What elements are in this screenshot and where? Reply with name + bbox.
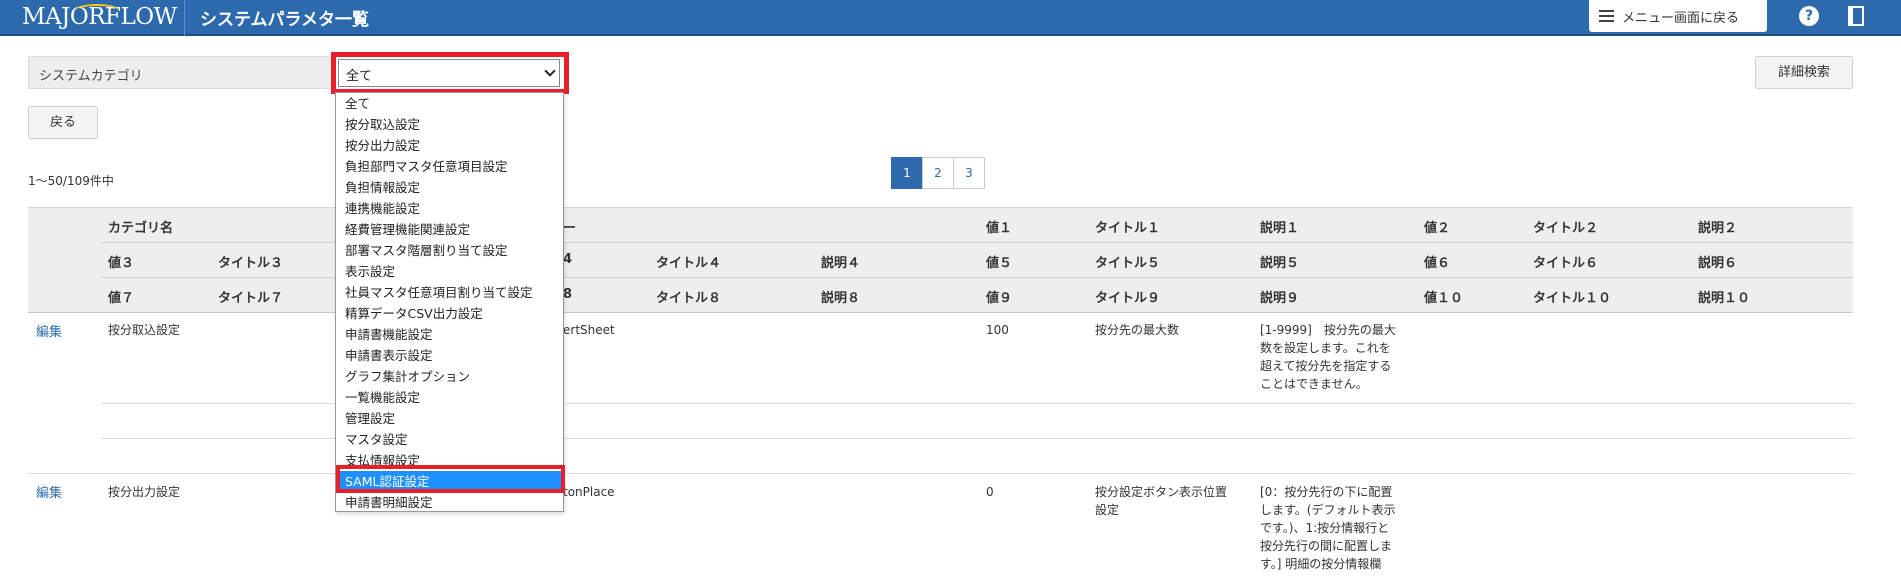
- th-desc10: 説明１０: [1698, 291, 1751, 306]
- row-2-desc1-line: です。)、1:按分情報行と: [1260, 521, 1390, 535]
- back-to-menu-label: メニュー画面に戻る: [1622, 10, 1740, 26]
- row-2-title1: 按分設定ボタン表示位置 設定: [1095, 483, 1245, 519]
- dropdown-option[interactable]: 申請書表示設定: [336, 345, 563, 366]
- category-select-value: 全て: [346, 69, 373, 84]
- saml-option-highlight-box: [336, 465, 565, 493]
- dropdown-option[interactable]: 経費管理機能関連設定: [336, 219, 563, 240]
- th-title9: タイトル９: [1095, 291, 1161, 306]
- th-desc5: 説明５: [1260, 256, 1300, 271]
- dropdown-option[interactable]: 按分出力設定: [336, 135, 563, 156]
- result-count: 1〜50/109件中: [28, 174, 114, 188]
- page-2-button[interactable]: 2: [922, 157, 954, 189]
- th-title8: タイトル８: [656, 291, 722, 306]
- row-1-value1: 100: [986, 323, 1009, 337]
- th-desc4: 説明４: [821, 256, 861, 271]
- th-title3: タイトル３: [218, 256, 284, 271]
- row-1-desc1-line: ことはできません。: [1260, 377, 1368, 391]
- th-value7: 値７: [108, 291, 135, 306]
- detail-search-button[interactable]: 詳細検索: [1755, 56, 1853, 89]
- row-1-desc1: [1-9999] 按分先の最大 数を設定します。これを 超えて按分先を指定する …: [1260, 321, 1410, 393]
- category-dropdown-list: 全て 按分取込設定 按分出力設定 負担部門マスタ任意項目設定 負担情報設定 連携…: [335, 92, 564, 512]
- majorflow-logo[interactable]: MAJORFLOW: [22, 4, 177, 30]
- dropdown-option[interactable]: 申請書機能設定: [336, 324, 563, 345]
- system-category-label: システムカテゴリ: [28, 56, 333, 89]
- row-2-desc1-line: [0：按分先行の下に配置: [1260, 485, 1393, 499]
- th-title4: タイトル４: [656, 256, 722, 271]
- row-2-title1-line: 按分設定ボタン表示位置: [1095, 485, 1228, 499]
- th-desc6: 説明６: [1698, 256, 1738, 271]
- help-icon[interactable]: ?: [1799, 6, 1819, 26]
- th-value9: 値９: [986, 291, 1013, 306]
- dropdown-option[interactable]: 申請書明細設定: [336, 492, 563, 511]
- th-value8-fragment: 8: [563, 287, 573, 302]
- app-header: MAJORFLOW システムパラメタ一覧 メニュー画面に戻る ?: [0, 0, 1901, 36]
- row-2-value1: 0: [986, 485, 994, 499]
- dropdown-option[interactable]: 負担情報設定: [336, 177, 563, 198]
- th-desc9: 説明９: [1260, 291, 1300, 306]
- th-value5: 値５: [986, 256, 1013, 271]
- th-value3: 値３: [108, 256, 135, 271]
- row-2-title1-line: 設定: [1095, 503, 1120, 517]
- edit-link-row-1[interactable]: 編集: [36, 321, 62, 340]
- row-1-desc1-line: 数を設定します。これを: [1260, 341, 1391, 355]
- th-title7: タイトル７: [218, 291, 284, 306]
- dropdown-option[interactable]: 負担部門マスタ任意項目設定: [336, 156, 563, 177]
- th-title10: タイトル１０: [1533, 291, 1612, 306]
- system-category-select[interactable]: 全て: [338, 59, 560, 87]
- th-title6: タイトル６: [1533, 256, 1599, 271]
- pagination: 1 2 3: [891, 157, 985, 189]
- dropdown-option[interactable]: 管理設定: [336, 408, 563, 429]
- page-title: システムパラメタ一覧: [200, 10, 369, 30]
- th-desc2: 説明２: [1698, 221, 1738, 236]
- row-2-desc1-line: す。] 明細の按分情報欄: [1260, 557, 1382, 571]
- th-value10: 値１０: [1424, 291, 1464, 306]
- th-title1: タイトル１: [1095, 221, 1161, 236]
- row-1-desc1-line: 超えて按分先を指定する: [1260, 359, 1392, 373]
- row-2-desc1: [0：按分先行の下に配置 します。(デフォルト表示 です。)、1:按分情報行と …: [1260, 483, 1410, 573]
- edit-link-row-2[interactable]: 編集: [36, 482, 62, 501]
- th-title5: タイトル５: [1095, 256, 1161, 271]
- row-2-key: tonPlace: [563, 485, 615, 499]
- table-header: カテゴリ名 ー 値１ タイトル１ 説明１ 値２ タイトル２ 説明２ 値３ タイト…: [28, 207, 1853, 313]
- dropdown-option[interactable]: グラフ集計オプション: [336, 366, 563, 387]
- dropdown-option[interactable]: 表示設定: [336, 261, 563, 282]
- dropdown-option[interactable]: マスタ設定: [336, 429, 563, 450]
- category-select-highlight: 全て: [331, 52, 569, 94]
- dropdown-option[interactable]: 部署マスタ階層割り当て設定: [336, 240, 563, 261]
- th-value6: 値６: [1424, 256, 1451, 271]
- th-desc1: 説明１: [1260, 221, 1300, 236]
- row-1-title1: 按分先の最大数: [1095, 323, 1180, 337]
- row-2-desc1-line: 按分先行の間に配置しま: [1260, 539, 1393, 553]
- row-2-category: 按分出力設定: [108, 485, 181, 499]
- dropdown-option[interactable]: 社員マスタ任意項目割り当て設定: [336, 282, 563, 303]
- header-divider: [184, 0, 185, 36]
- th-title2: タイトル２: [1533, 221, 1599, 236]
- dropdown-option[interactable]: 連携機能設定: [336, 198, 563, 219]
- manual-book-icon[interactable]: [1848, 6, 1864, 26]
- row-2-desc1-line: します。(デフォルト表示: [1260, 503, 1396, 517]
- back-to-menu-button[interactable]: メニュー画面に戻る: [1589, 0, 1767, 32]
- dropdown-option[interactable]: 精算データCSV出力設定: [336, 303, 563, 324]
- page-3-button[interactable]: 3: [953, 157, 985, 189]
- page-1-button[interactable]: 1: [891, 157, 923, 189]
- th-value4-fragment: 4: [563, 252, 573, 267]
- back-button[interactable]: 戻る: [28, 106, 98, 139]
- logo-arc-icon: [74, 4, 120, 18]
- row-divider: [28, 473, 1853, 474]
- dropdown-option[interactable]: 按分取込設定: [336, 114, 563, 135]
- row-1-desc1-line: [1-9999] 按分先の最大: [1260, 323, 1396, 337]
- dropdown-option[interactable]: 一覧機能設定: [336, 387, 563, 408]
- th-desc8: 説明８: [821, 291, 861, 306]
- dropdown-option[interactable]: 全て: [336, 93, 563, 114]
- th-key-fragment: ー: [563, 221, 577, 236]
- chevron-down-icon: [544, 65, 556, 77]
- row-1-key: ertSheet: [563, 323, 615, 337]
- hamburger-icon: [1599, 10, 1614, 22]
- th-value2: 値２: [1424, 221, 1451, 236]
- th-value1: 値１: [986, 221, 1013, 236]
- row-1-category: 按分取込設定: [108, 323, 181, 337]
- th-category-name: カテゴリ名: [108, 221, 174, 236]
